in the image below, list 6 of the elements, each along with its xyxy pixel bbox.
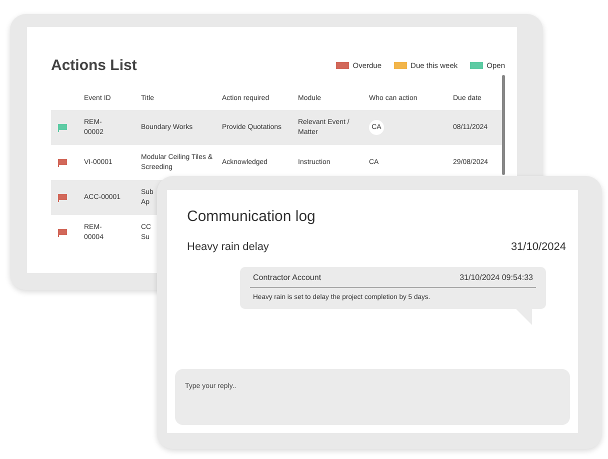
- subject-date: 31/10/2024: [510, 241, 566, 253]
- actions-list-title: Actions List: [51, 57, 137, 74]
- message-author: Contractor Account: [253, 273, 322, 282]
- message-timestamp: 31/10/2024 09:54:33: [460, 273, 533, 282]
- communication-log-title: Communication log: [187, 208, 316, 225]
- subject-text: Heavy rain delay: [187, 241, 269, 253]
